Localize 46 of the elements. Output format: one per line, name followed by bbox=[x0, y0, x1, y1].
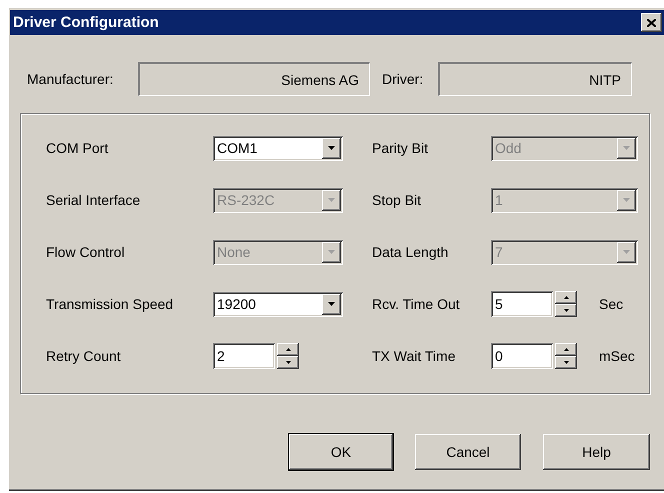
up-arrow-icon bbox=[564, 296, 568, 299]
caret-icon bbox=[328, 146, 335, 150]
readonly-field: NITP bbox=[438, 62, 632, 96]
field-label: Serial Interface bbox=[46, 192, 142, 208]
unit-label: mSec bbox=[599, 348, 635, 364]
down-arrow-icon bbox=[286, 361, 290, 364]
number-field[interactable]: 5 bbox=[491, 291, 553, 317]
spin-up-button[interactable] bbox=[555, 291, 577, 304]
spin-up-button[interactable] bbox=[277, 343, 299, 356]
caret-icon bbox=[328, 302, 335, 306]
close-button[interactable] bbox=[641, 13, 662, 32]
dialog-button[interactable]: Cancel bbox=[415, 434, 521, 470]
caret-icon bbox=[328, 198, 335, 202]
field-label: Driver: bbox=[382, 71, 424, 87]
caret-icon bbox=[623, 146, 630, 150]
spin-down-button[interactable] bbox=[555, 304, 577, 317]
window-title: Driver Configuration bbox=[13, 14, 160, 31]
readonly-field: Siemens AG bbox=[138, 62, 370, 96]
field-label: Transmission Speed bbox=[46, 296, 174, 312]
field-label: Manufacturer: bbox=[27, 71, 114, 87]
dialog-button[interactable]: OK bbox=[289, 434, 393, 470]
number-field[interactable]: 0 bbox=[491, 343, 553, 369]
field-label: Parity Bit bbox=[372, 140, 430, 156]
field-label: TX Wait Time bbox=[372, 348, 456, 364]
down-arrow-icon bbox=[564, 309, 568, 312]
field-label: Stop Bit bbox=[372, 192, 422, 208]
field-label: Retry Count bbox=[46, 348, 122, 364]
field-label: Rcv. Time Out bbox=[372, 296, 461, 312]
dialog-button[interactable]: Help bbox=[543, 434, 650, 470]
field-label: COM Port bbox=[46, 140, 110, 156]
dropdown[interactable]: COM1 bbox=[213, 136, 343, 160]
spin-up-button[interactable] bbox=[555, 343, 577, 356]
up-arrow-icon bbox=[286, 348, 290, 351]
number-field[interactable]: 2 bbox=[213, 343, 275, 369]
caret-icon bbox=[623, 250, 630, 254]
down-arrow-icon bbox=[564, 361, 568, 364]
up-arrow-icon bbox=[564, 348, 568, 351]
caret-icon bbox=[623, 198, 630, 202]
unit-label: Sec bbox=[599, 296, 624, 312]
caret-icon bbox=[328, 250, 335, 254]
close-icon bbox=[647, 18, 656, 26]
field-label: Flow Control bbox=[46, 244, 126, 260]
field-label: Data Length bbox=[372, 244, 450, 260]
dropdown[interactable]: 19200 bbox=[213, 292, 343, 316]
spin-down-button[interactable] bbox=[277, 356, 299, 369]
spin-down-button[interactable] bbox=[555, 356, 577, 369]
